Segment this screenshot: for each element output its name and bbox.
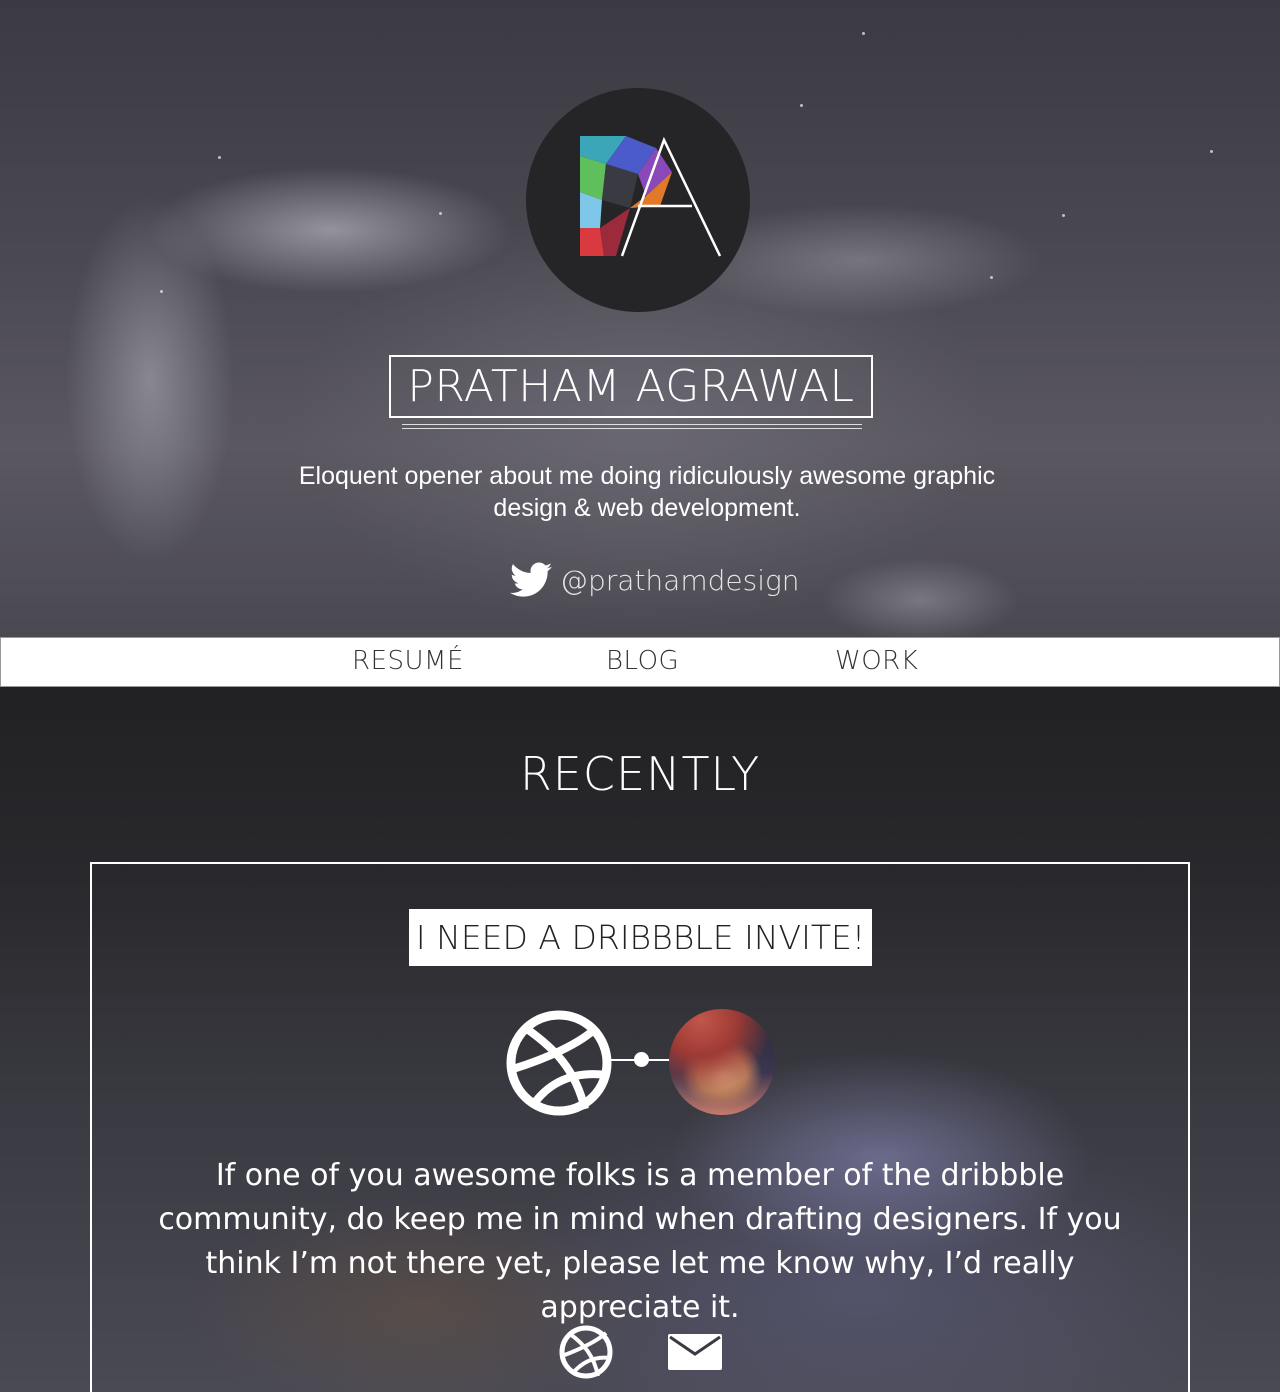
star: [990, 276, 993, 279]
main-nav: RESUMÉ BLOG WORK: [0, 637, 1280, 687]
title-underline: [402, 424, 862, 429]
star: [218, 156, 221, 159]
twitter-link[interactable]: @prathamdesign: [510, 560, 800, 600]
twitter-handle: @prathamdesign: [560, 563, 800, 597]
pa-monogram-icon: [580, 136, 722, 257]
star: [1062, 214, 1065, 217]
card-actions: [558, 1324, 728, 1384]
section-heading: RECENTLY: [519, 747, 761, 801]
mail-icon[interactable]: [668, 1334, 722, 1370]
star: [1210, 150, 1213, 153]
recent-card: I NEED A DRIBBBLE INVITE! If one of you …: [90, 862, 1190, 1392]
twitter-bird-icon: [510, 562, 552, 597]
star: [800, 104, 803, 107]
recent-section: RECENTLY I NEED A DRIBBBLE INVITE! If on…: [0, 687, 1280, 1392]
connector-dot: [634, 1052, 649, 1067]
star: [439, 212, 442, 215]
tagline: Eloquent opener about me doing ridiculou…: [298, 462, 996, 522]
site-title: PRATHAM AGRAWAL: [389, 355, 873, 418]
hero-section: PRATHAM AGRAWAL Eloquent opener about me…: [0, 0, 1280, 638]
card-title: I NEED A DRIBBBLE INVITE!: [409, 909, 872, 966]
dribbble-icon: [506, 1010, 612, 1116]
dribbble-icon[interactable]: [558, 1324, 614, 1380]
nav-item-work[interactable]: WORK: [835, 646, 918, 676]
logo[interactable]: [526, 88, 750, 312]
nav-item-blog[interactable]: BLOG: [606, 646, 679, 676]
card-body: If one of you awesome folks is a member …: [158, 1158, 1122, 1325]
nav-item-resume[interactable]: RESUMÉ: [352, 646, 464, 676]
star: [862, 32, 865, 35]
avatar: [669, 1009, 775, 1115]
star: [160, 290, 163, 293]
